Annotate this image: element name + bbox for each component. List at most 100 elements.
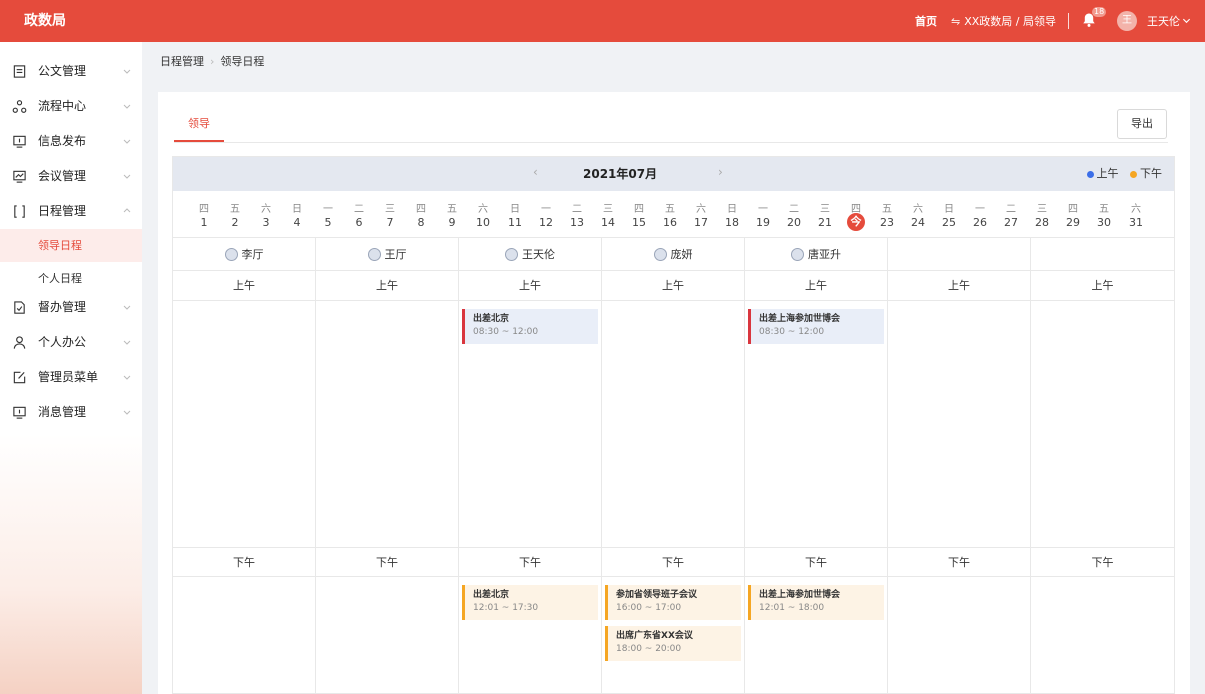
day-cell[interactable]: 三 14 — [593, 191, 623, 237]
day-cell[interactable]: 一5 — [313, 191, 343, 237]
leader-header[interactable]: 李厅 — [173, 237, 315, 271]
sidebar-item-schedule[interactable]: 日程管理 — [0, 194, 142, 229]
sidebar-item-personal-office[interactable]: 个人办公 — [0, 325, 142, 360]
pm-event-card[interactable]: 出差上海参加世博会 12:01 ~ 18:00 — [748, 585, 884, 620]
day-cell[interactable]: 六 24 — [903, 191, 933, 237]
user-name[interactable]: 王天伦 — [1147, 13, 1180, 29]
day-cell[interactable]: 日4 — [282, 191, 312, 237]
home-link[interactable]: 首页 — [915, 13, 937, 29]
leader-name: 唐亚升 — [808, 248, 841, 261]
day-cell[interactable]: 五 23 — [872, 191, 902, 237]
day-cell[interactable]: 四今 — [841, 191, 871, 237]
leader-header — [1031, 237, 1174, 271]
day-cell[interactable]: 四1 — [189, 191, 219, 237]
switch-icon[interactable]: ⇋ — [951, 15, 960, 28]
day-cell[interactable]: 一 19 — [748, 191, 778, 237]
event-time: 08:30 ~ 12:00 — [473, 327, 539, 337]
weekday-label: 五 — [882, 204, 892, 215]
day-cell[interactable]: 日 25 — [934, 191, 964, 237]
weekday-label: 一 — [758, 204, 768, 215]
sidebar-item-messages[interactable]: 消息管理 — [0, 395, 142, 430]
day-cell[interactable]: 六 17 — [686, 191, 716, 237]
am-event-card[interactable]: 出差上海参加世博会 08:30 ~ 12:00 — [748, 309, 884, 344]
chevron-down-icon — [123, 375, 131, 380]
sidebar-item-documents[interactable]: 公文管理 — [0, 54, 142, 89]
chevron-down-icon — [123, 104, 131, 109]
sidebar-item-meetings[interactable]: 会议管理 — [0, 159, 142, 194]
day-number: 8 — [417, 216, 425, 229]
day-cell[interactable]: 五9 — [437, 191, 467, 237]
day-number: 30 — [1097, 216, 1111, 229]
day-cell[interactable]: 五 30 — [1089, 191, 1119, 237]
day-strip: 四 1 五 2 六 3 日 4 一 5 二 6 三 7 四 8 五 9 六 10 日 11 一 12 二 13 三 14 四 15 五 16 六… — [173, 191, 1174, 237]
day-cell[interactable]: 四8 — [406, 191, 436, 237]
chevron-up-icon — [123, 208, 131, 213]
flow-icon — [12, 100, 27, 113]
weekday-label: 三 — [385, 204, 395, 215]
chevron-right-icon[interactable]: › — [718, 165, 723, 179]
avatar[interactable]: 王 — [1117, 11, 1137, 31]
weekday-label: 六 — [478, 204, 488, 215]
publish-icon — [13, 135, 26, 148]
day-cell[interactable]: 六 31 — [1121, 191, 1151, 237]
sidebar-item-workflow[interactable]: 流程中心 — [0, 89, 142, 124]
leader-header[interactable]: 唐亚升 — [745, 237, 887, 271]
pm-event-card[interactable]: 参加省领导班子会议 16:00 ~ 17:00 — [605, 585, 741, 620]
leader-header[interactable]: 王厅 — [316, 237, 458, 271]
day-cell[interactable]: 一 26 — [965, 191, 995, 237]
chevron-down-icon[interactable] — [1182, 15, 1191, 28]
pm-event-card[interactable]: 出差北京 12:01 ~ 17:30 — [462, 585, 598, 620]
day-cell[interactable]: 五2 — [220, 191, 250, 237]
day-number: 12 — [539, 216, 553, 229]
day-cell[interactable]: 三 28 — [1027, 191, 1057, 237]
day-cell[interactable]: 日 11 — [500, 191, 530, 237]
weekday-label: 一 — [541, 204, 551, 215]
day-cell[interactable]: 四 29 — [1058, 191, 1088, 237]
leader-column: 王天伦 上午 下午 出差北京 08:30 ~ 12:00 出差北京 12:01 ~ 17:3… — [459, 237, 602, 694]
leader-header[interactable]: 庞妍 — [602, 237, 744, 271]
leader-column: 庞妍 上午 下午 参加省领导班子会议 16:00 ~ 17:00 出席广东省XX会议 18:… — [602, 237, 745, 694]
am-slot-label: 上午 — [888, 271, 1030, 301]
sidebar-item-label: 信息发布 — [38, 134, 87, 148]
chevron-left-icon[interactable]: ‹ — [533, 165, 538, 179]
day-cell[interactable]: 四 15 — [624, 191, 654, 237]
am-event-card[interactable]: 出差北京 08:30 ~ 12:00 — [462, 309, 598, 344]
day-number: 21 — [818, 216, 832, 229]
day-number: 10 — [476, 216, 490, 229]
sidebar-item-label: 会议管理 — [38, 169, 87, 183]
sidebar-item-supervision[interactable]: 督办管理 — [0, 290, 142, 325]
am-slot-label: 上午 — [745, 271, 887, 301]
org-switcher[interactable]: XX政数局 / 局领导 — [964, 13, 1056, 29]
day-number: 28 — [1035, 216, 1049, 229]
day-number: 4 — [293, 216, 301, 229]
day-cell[interactable]: 六3 — [251, 191, 281, 237]
tab-leaders[interactable]: 领导 — [174, 112, 224, 142]
breadcrumb-item[interactable]: 日程管理 — [160, 55, 204, 68]
day-cell[interactable]: 二 20 — [779, 191, 809, 237]
export-button[interactable]: 导出 — [1117, 109, 1167, 139]
sidebar-subitem-leader-schedule[interactable]: 领导日程 — [0, 229, 142, 262]
day-cell[interactable]: 一 12 — [531, 191, 561, 237]
weekday-label: 一 — [975, 204, 985, 215]
day-cell[interactable]: 日 18 — [717, 191, 747, 237]
sidebar: 公文管理 流程中心 信息发布 会议管理 日程管理 领导日程 个人日程 督办管理 … — [0, 42, 142, 694]
leader-header[interactable]: 王天伦 — [459, 237, 601, 271]
day-cell[interactable]: 三 21 — [810, 191, 840, 237]
day-cell[interactable]: 三7 — [375, 191, 405, 237]
day-cell[interactable]: 二 13 — [562, 191, 592, 237]
day-cell[interactable]: 六 10 — [468, 191, 498, 237]
bell-icon[interactable]: 18 — [1081, 7, 1107, 30]
weekday-label: 六 — [1131, 204, 1141, 215]
day-cell[interactable]: 二6 — [344, 191, 374, 237]
am-slot-label: 上午 — [1031, 271, 1174, 301]
brand-title[interactable]: 政数局 — [24, 0, 66, 42]
notification-badge: 18 — [1092, 7, 1107, 17]
day-cell[interactable]: 二 27 — [996, 191, 1026, 237]
sidebar-item-publish[interactable]: 信息发布 — [0, 124, 142, 159]
sidebar-item-admin-menu[interactable]: 管理员菜单 — [0, 360, 142, 395]
pm-event-card[interactable]: 出席广东省XX会议 18:00 ~ 20:00 — [605, 626, 741, 661]
weekday-label: 六 — [696, 204, 706, 215]
day-cell[interactable]: 五 16 — [655, 191, 685, 237]
weekday-label: 四 — [634, 204, 644, 215]
chevron-down-icon — [123, 305, 131, 310]
